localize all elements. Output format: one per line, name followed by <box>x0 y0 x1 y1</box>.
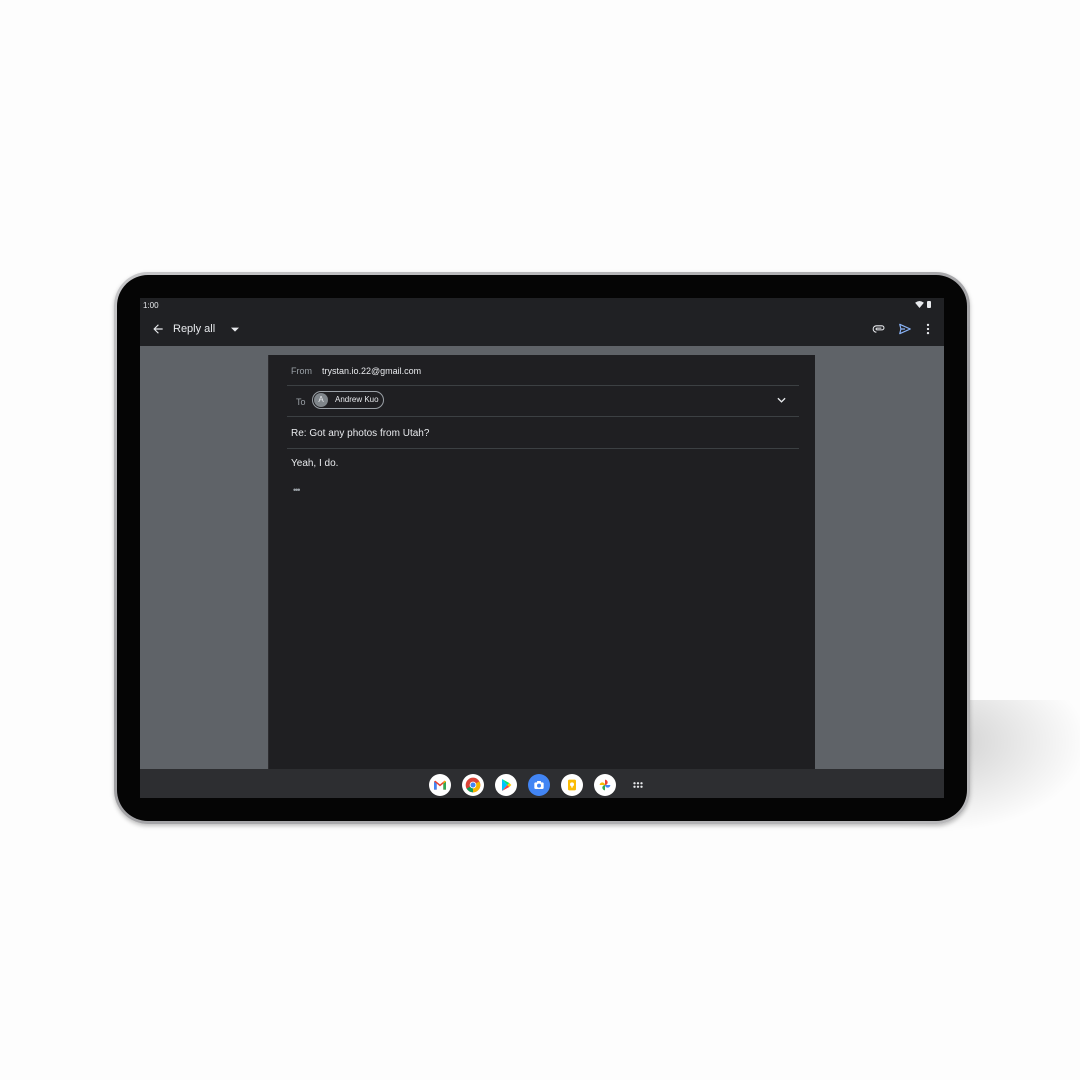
from-label: From <box>291 366 312 376</box>
play-store-icon[interactable] <box>495 774 517 796</box>
send-icon[interactable] <box>898 322 912 336</box>
camera-icon[interactable] <box>528 774 550 796</box>
caret-down-icon[interactable] <box>231 327 239 333</box>
message-body[interactable]: Yeah, I do. <box>291 458 338 469</box>
status-time: 1:00 <box>143 301 159 310</box>
chevron-down-icon[interactable] <box>777 397 786 404</box>
page-title: Reply all <box>173 323 216 335</box>
to-label: To <box>296 397 306 407</box>
arrow-back-icon[interactable] <box>151 322 165 336</box>
taskbar <box>140 769 944 798</box>
to-row[interactable]: To A Andrew Kuo <box>287 386 799 417</box>
recipient-chip[interactable]: A Andrew Kuo <box>312 391 384 409</box>
attachment-icon[interactable] <box>872 322 886 336</box>
recipient-name: Andrew Kuo <box>335 395 379 404</box>
from-address[interactable]: trystan.io.22@gmail.com <box>322 366 421 376</box>
app-dock <box>429 774 649 796</box>
subject-field[interactable]: Re: Got any photos from Utah? <box>291 428 429 439</box>
gmail-icon[interactable] <box>429 774 451 796</box>
compose-panel: From trystan.io.22@gmail.com To A Andrew… <box>268 355 815 769</box>
from-row: From trystan.io.22@gmail.com <box>287 355 799 386</box>
more-vert-icon[interactable] <box>923 322 933 336</box>
show-quoted-text-button[interactable]: ••• <box>293 485 309 495</box>
chrome-icon[interactable] <box>462 774 484 796</box>
avatar: A <box>314 393 328 407</box>
app-launcher-icon[interactable] <box>627 774 649 796</box>
photos-icon[interactable] <box>594 774 616 796</box>
status-bar: 1:00 <box>140 298 944 314</box>
tablet-screen: 1:00 Reply all From trystan.io.22@gmail.… <box>140 298 944 798</box>
battery-icon <box>927 301 931 308</box>
status-icons <box>915 301 931 308</box>
app-bar: Reply all <box>140 314 944 346</box>
wifi-icon <box>915 301 924 308</box>
keep-icon[interactable] <box>561 774 583 796</box>
subject-row[interactable]: Re: Got any photos from Utah? <box>287 417 799 449</box>
